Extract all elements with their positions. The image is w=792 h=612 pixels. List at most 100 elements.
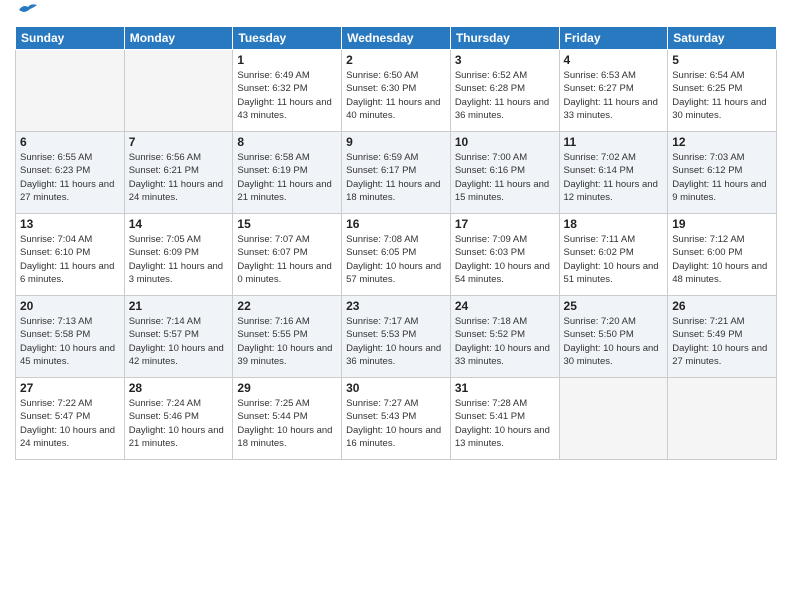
calendar-day-cell: 17 Sunrise: 7:09 AMSunset: 6:03 PMDayligh… — [450, 214, 559, 296]
calendar-week-row: 20 Sunrise: 7:13 AMSunset: 5:58 PMDayligh… — [16, 296, 777, 378]
day-number: 9 — [346, 135, 446, 149]
day-info: Sunrise: 7:05 AMSunset: 6:09 PMDaylight:… — [129, 233, 229, 286]
day-number: 17 — [455, 217, 555, 231]
calendar-day-cell: 16 Sunrise: 7:08 AMSunset: 6:05 PMDayligh… — [342, 214, 451, 296]
header-row: SundayMondayTuesdayWednesdayThursdayFrid… — [16, 27, 777, 50]
calendar-day-cell: 13 Sunrise: 7:04 AMSunset: 6:10 PMDayligh… — [16, 214, 125, 296]
day-info: Sunrise: 7:24 AMSunset: 5:46 PMDaylight:… — [129, 397, 229, 450]
day-info: Sunrise: 7:17 AMSunset: 5:53 PMDaylight:… — [346, 315, 446, 368]
day-number: 20 — [20, 299, 120, 313]
day-info: Sunrise: 6:54 AMSunset: 6:25 PMDaylight:… — [672, 69, 772, 122]
day-info: Sunrise: 6:58 AMSunset: 6:19 PMDaylight:… — [237, 151, 337, 204]
day-number: 29 — [237, 381, 337, 395]
day-info: Sunrise: 7:11 AMSunset: 6:02 PMDaylight:… — [564, 233, 664, 286]
day-number: 28 — [129, 381, 229, 395]
day-number: 13 — [20, 217, 120, 231]
weekday-header: Tuesday — [233, 27, 342, 50]
calendar-week-row: 1 Sunrise: 6:49 AMSunset: 6:32 PMDaylight… — [16, 50, 777, 132]
calendar-day-cell: 20 Sunrise: 7:13 AMSunset: 5:58 PMDayligh… — [16, 296, 125, 378]
day-info: Sunrise: 7:02 AMSunset: 6:14 PMDaylight:… — [564, 151, 664, 204]
calendar-day-cell — [16, 50, 125, 132]
calendar-day-cell — [668, 378, 777, 460]
day-number: 24 — [455, 299, 555, 313]
day-number: 1 — [237, 53, 337, 67]
calendar-day-cell: 6 Sunrise: 6:55 AMSunset: 6:23 PMDaylight… — [16, 132, 125, 214]
day-info: Sunrise: 6:50 AMSunset: 6:30 PMDaylight:… — [346, 69, 446, 122]
day-number: 10 — [455, 135, 555, 149]
calendar-day-cell: 15 Sunrise: 7:07 AMSunset: 6:07 PMDayligh… — [233, 214, 342, 296]
day-number: 3 — [455, 53, 555, 67]
calendar-day-cell: 30 Sunrise: 7:27 AMSunset: 5:43 PMDayligh… — [342, 378, 451, 460]
day-number: 19 — [672, 217, 772, 231]
calendar-day-cell — [124, 50, 233, 132]
day-number: 30 — [346, 381, 446, 395]
day-number: 5 — [672, 53, 772, 67]
day-info: Sunrise: 7:04 AMSunset: 6:10 PMDaylight:… — [20, 233, 120, 286]
logo-bird-icon — [17, 2, 39, 18]
calendar-day-cell: 10 Sunrise: 7:00 AMSunset: 6:16 PMDayligh… — [450, 132, 559, 214]
day-info: Sunrise: 7:08 AMSunset: 6:05 PMDaylight:… — [346, 233, 446, 286]
calendar-day-cell: 3 Sunrise: 6:52 AMSunset: 6:28 PMDaylight… — [450, 50, 559, 132]
day-number: 2 — [346, 53, 446, 67]
day-info: Sunrise: 7:25 AMSunset: 5:44 PMDaylight:… — [237, 397, 337, 450]
calendar-day-cell: 28 Sunrise: 7:24 AMSunset: 5:46 PMDayligh… — [124, 378, 233, 460]
day-info: Sunrise: 7:27 AMSunset: 5:43 PMDaylight:… — [346, 397, 446, 450]
day-info: Sunrise: 7:16 AMSunset: 5:55 PMDaylight:… — [237, 315, 337, 368]
day-number: 11 — [564, 135, 664, 149]
day-number: 26 — [672, 299, 772, 313]
calendar-day-cell: 2 Sunrise: 6:50 AMSunset: 6:30 PMDaylight… — [342, 50, 451, 132]
day-info: Sunrise: 7:18 AMSunset: 5:52 PMDaylight:… — [455, 315, 555, 368]
calendar-day-cell: 12 Sunrise: 7:03 AMSunset: 6:12 PMDayligh… — [668, 132, 777, 214]
calendar-day-cell: 26Sunrise: 7:21 AMSunset: 5:49 PMDayligh… — [668, 296, 777, 378]
day-info: Sunrise: 7:09 AMSunset: 6:03 PMDaylight:… — [455, 233, 555, 286]
calendar-day-cell: 7Sunrise: 6:56 AMSunset: 6:21 PMDaylight… — [124, 132, 233, 214]
calendar-day-cell: 23Sunrise: 7:17 AMSunset: 5:53 PMDayligh… — [342, 296, 451, 378]
day-number: 21 — [129, 299, 229, 313]
calendar-day-cell: 14Sunrise: 7:05 AMSunset: 6:09 PMDayligh… — [124, 214, 233, 296]
day-info: Sunrise: 6:49 AMSunset: 6:32 PMDaylight:… — [237, 69, 337, 122]
calendar-table: SundayMondayTuesdayWednesdayThursdayFrid… — [15, 26, 777, 460]
day-number: 31 — [455, 381, 555, 395]
calendar-day-cell: 24 Sunrise: 7:18 AMSunset: 5:52 PMDayligh… — [450, 296, 559, 378]
day-info: Sunrise: 7:07 AMSunset: 6:07 PMDaylight:… — [237, 233, 337, 286]
day-number: 7 — [129, 135, 229, 149]
day-number: 4 — [564, 53, 664, 67]
day-info: Sunrise: 6:59 AMSunset: 6:17 PMDaylight:… — [346, 151, 446, 204]
calendar-day-cell: 25 Sunrise: 7:20 AMSunset: 5:50 PMDayligh… — [559, 296, 668, 378]
calendar-day-cell: 31Sunrise: 7:28 AMSunset: 5:41 PMDayligh… — [450, 378, 559, 460]
calendar-day-cell: 1 Sunrise: 6:49 AMSunset: 6:32 PMDaylight… — [233, 50, 342, 132]
day-number: 25 — [564, 299, 664, 313]
day-info: Sunrise: 7:22 AMSunset: 5:47 PMDaylight:… — [20, 397, 120, 450]
day-info: Sunrise: 7:14 AMSunset: 5:57 PMDaylight:… — [129, 315, 229, 368]
weekday-header: Sunday — [16, 27, 125, 50]
calendar-day-cell: 5 Sunrise: 6:54 AMSunset: 6:25 PMDaylight… — [668, 50, 777, 132]
day-info: Sunrise: 7:20 AMSunset: 5:50 PMDaylight:… — [564, 315, 664, 368]
calendar-day-cell: 29 Sunrise: 7:25 AMSunset: 5:44 PMDayligh… — [233, 378, 342, 460]
calendar-day-cell: 8 Sunrise: 6:58 AMSunset: 6:19 PMDaylight… — [233, 132, 342, 214]
day-number: 6 — [20, 135, 120, 149]
day-info: Sunrise: 7:03 AMSunset: 6:12 PMDaylight:… — [672, 151, 772, 204]
day-info: Sunrise: 6:52 AMSunset: 6:28 PMDaylight:… — [455, 69, 555, 122]
calendar-week-row: 6 Sunrise: 6:55 AMSunset: 6:23 PMDaylight… — [16, 132, 777, 214]
calendar-day-cell: 9 Sunrise: 6:59 AMSunset: 6:17 PMDaylight… — [342, 132, 451, 214]
weekday-header: Saturday — [668, 27, 777, 50]
day-number: 8 — [237, 135, 337, 149]
calendar-week-row: 13 Sunrise: 7:04 AMSunset: 6:10 PMDayligh… — [16, 214, 777, 296]
logo — [15, 10, 39, 18]
day-number: 12 — [672, 135, 772, 149]
calendar-day-cell: 21 Sunrise: 7:14 AMSunset: 5:57 PMDayligh… — [124, 296, 233, 378]
day-number: 18 — [564, 217, 664, 231]
calendar-day-cell: 4 Sunrise: 6:53 AMSunset: 6:27 PMDaylight… — [559, 50, 668, 132]
day-info: Sunrise: 6:53 AMSunset: 6:27 PMDaylight:… — [564, 69, 664, 122]
header — [15, 10, 777, 18]
day-number: 15 — [237, 217, 337, 231]
calendar-week-row: 27Sunrise: 7:22 AMSunset: 5:47 PMDayligh… — [16, 378, 777, 460]
day-info: Sunrise: 6:55 AMSunset: 6:23 PMDaylight:… — [20, 151, 120, 204]
weekday-header: Friday — [559, 27, 668, 50]
day-number: 22 — [237, 299, 337, 313]
day-info: Sunrise: 7:00 AMSunset: 6:16 PMDaylight:… — [455, 151, 555, 204]
day-info: Sunrise: 7:13 AMSunset: 5:58 PMDaylight:… — [20, 315, 120, 368]
calendar-day-cell: 11 Sunrise: 7:02 AMSunset: 6:14 PMDayligh… — [559, 132, 668, 214]
day-number: 16 — [346, 217, 446, 231]
weekday-header: Monday — [124, 27, 233, 50]
